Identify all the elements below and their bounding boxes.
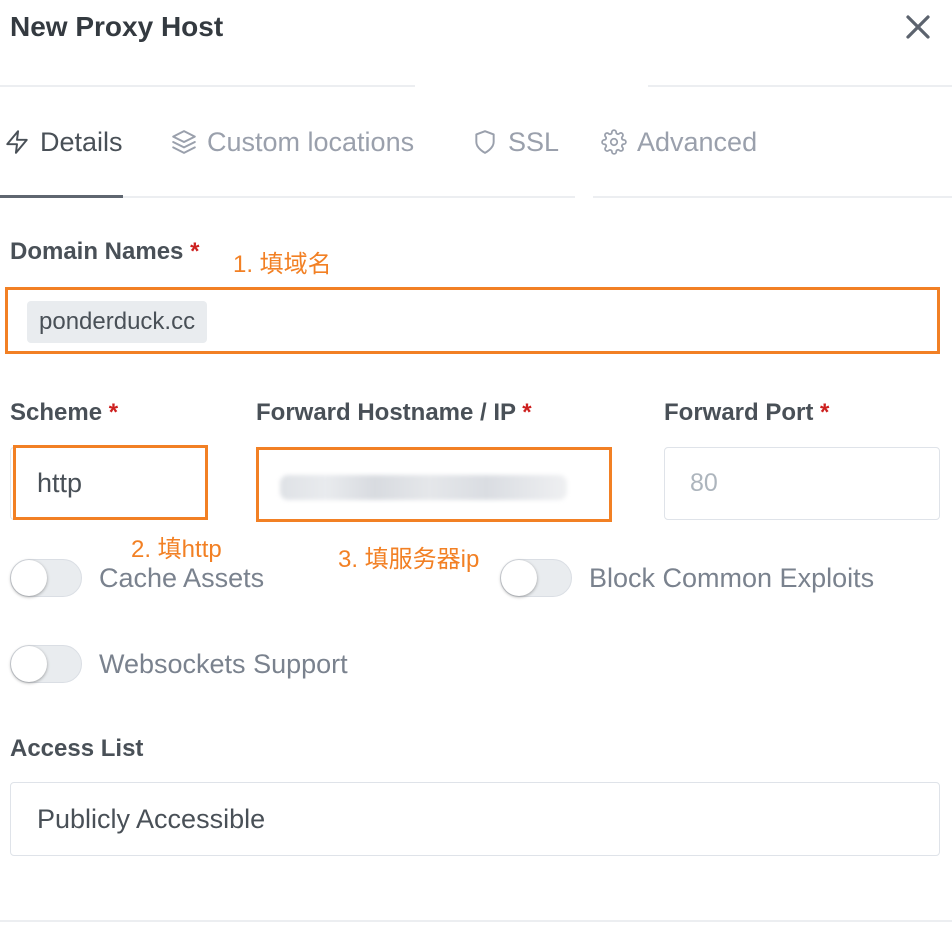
access-list-select[interactable]: Publicly Accessible bbox=[10, 782, 940, 856]
access-list-label: Access List bbox=[10, 735, 144, 762]
lightning-icon bbox=[4, 129, 30, 155]
header-divider bbox=[648, 85, 952, 87]
tab-ssl-label: SSL bbox=[508, 127, 560, 157]
cache-assets-label: Cache Assets bbox=[99, 563, 265, 593]
annotation-text-hostname: 3. 填服务器ip bbox=[338, 546, 480, 573]
access-list-value: Publicly Accessible bbox=[37, 804, 266, 834]
tab-custom-locations[interactable]: Custom locations bbox=[171, 126, 414, 158]
tab-details[interactable]: Details bbox=[4, 126, 123, 158]
forward-hostname-label-text: Forward Hostname / IP bbox=[256, 399, 516, 426]
scheme-value: http bbox=[37, 468, 83, 498]
tab-custom-locations-label: Custom locations bbox=[207, 127, 415, 157]
header-divider bbox=[0, 85, 415, 87]
required-mark: * bbox=[522, 399, 532, 426]
scheme-label: Scheme * bbox=[10, 398, 118, 428]
tab-advanced[interactable]: Advanced bbox=[601, 126, 757, 158]
cache-assets-toggle-track bbox=[10, 559, 82, 597]
forward-port-input[interactable] bbox=[664, 447, 940, 520]
block-common-exploits-switch[interactable]: Block Common Exploits bbox=[500, 559, 874, 597]
redacted-hostname-value bbox=[280, 475, 567, 500]
footer-divider bbox=[0, 920, 952, 922]
modal-title: New Proxy Host bbox=[10, 11, 224, 42]
proxy-host-modal: New Proxy Host Details Custom locations … bbox=[0, 0, 952, 938]
websockets-support-toggle-track bbox=[10, 645, 82, 683]
required-mark: * bbox=[108, 399, 119, 426]
tab-details-label: Details bbox=[40, 127, 123, 157]
gear-icon bbox=[601, 129, 627, 155]
domain-names-label: Domain Names * bbox=[10, 237, 199, 267]
required-mark: * bbox=[820, 399, 830, 426]
annotation-text-domain: 1. 填域名 bbox=[233, 251, 332, 278]
scheme-select[interactable]: http bbox=[10, 447, 208, 520]
domain-names-label-text: Domain Names bbox=[10, 238, 184, 265]
scheme-label-text: Scheme bbox=[10, 399, 103, 426]
close-icon bbox=[903, 12, 933, 42]
tab-advanced-label: Advanced bbox=[637, 127, 758, 157]
tab-ssl[interactable]: SSL bbox=[472, 126, 559, 158]
toggle-knob bbox=[501, 560, 537, 596]
toggle-knob bbox=[11, 560, 47, 596]
forward-port-label: Forward Port * bbox=[664, 398, 829, 428]
required-mark: * bbox=[190, 238, 200, 265]
block-common-exploits-toggle-track bbox=[500, 559, 572, 597]
active-tab-indicator bbox=[0, 195, 123, 198]
cache-assets-switch[interactable]: Cache Assets bbox=[10, 559, 264, 597]
layers-icon bbox=[171, 129, 197, 155]
forward-hostname-label: Forward Hostname / IP * bbox=[256, 398, 532, 428]
block-common-exploits-label: Block Common Exploits bbox=[589, 563, 875, 593]
domain-tag[interactable]: ponderduck.cc bbox=[27, 301, 208, 343]
tab-bar-border bbox=[593, 196, 952, 198]
shield-icon bbox=[472, 129, 498, 155]
domain-names-input[interactable]: ponderduck.cc bbox=[8, 290, 937, 351]
forward-port-label-text: Forward Port bbox=[664, 399, 814, 426]
close-button[interactable] bbox=[903, 12, 933, 42]
websockets-support-switch[interactable]: Websockets Support bbox=[10, 645, 348, 683]
websockets-support-label: Websockets Support bbox=[99, 649, 348, 679]
toggle-knob bbox=[11, 646, 47, 682]
forward-hostname-input[interactable] bbox=[256, 447, 612, 522]
